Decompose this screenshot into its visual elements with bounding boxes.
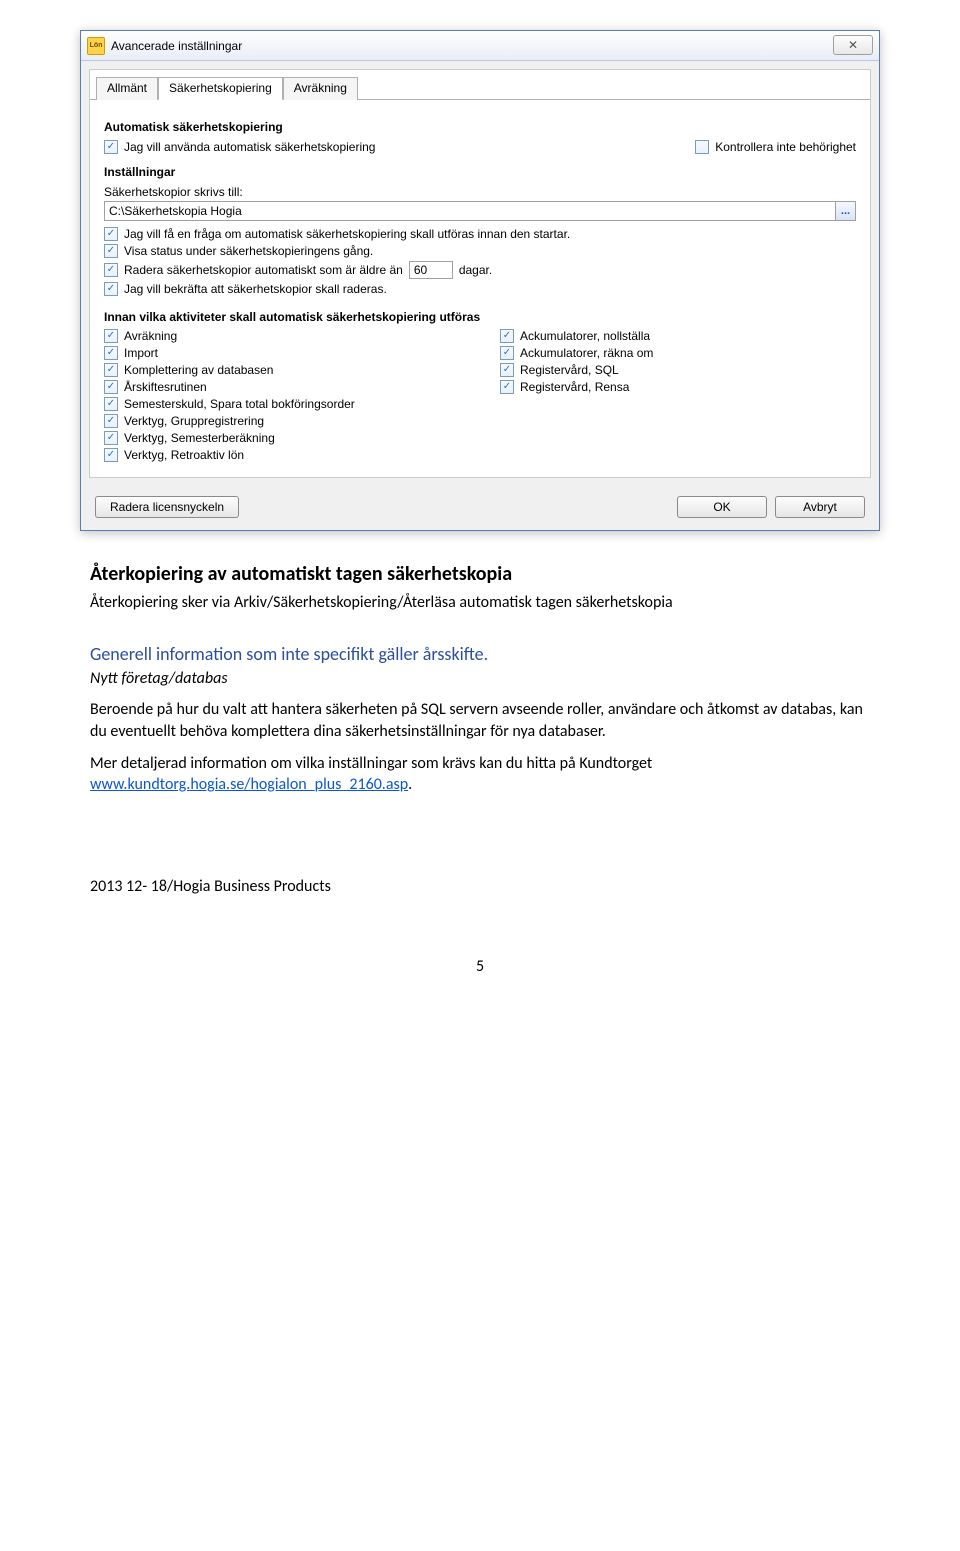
activity-label: Registervård, Rensa (520, 380, 629, 394)
activity-label: Komplettering av databasen (124, 363, 273, 377)
activity-label: Semesterskuld, Spara total bokföringsord… (124, 397, 355, 411)
checkbox-confirm-delete[interactable]: ✓ (104, 282, 118, 296)
section-autobackup-head: Automatisk säkerhetskopiering (104, 120, 856, 134)
tab-panel-backup: Automatisk säkerhetskopiering ✓ Jag vill… (90, 100, 870, 471)
moreinfo-suffix: . (408, 775, 412, 794)
kundtorget-link[interactable]: www.kundtorg.hogia.se/hogialon_plus_2160… (90, 775, 408, 794)
activities-col-left: ✓ Avräkning ✓ Import ✓ Komplettering av dat… (104, 326, 460, 465)
label-path: Säkerhetskopior skrivs till: (104, 185, 856, 199)
tab-general[interactable]: Allmänt (96, 77, 158, 100)
activity-label: Import (124, 346, 158, 360)
checkbox-activity[interactable]: ✓ (500, 363, 514, 377)
cancel-button[interactable]: Avbryt (775, 496, 865, 518)
activity-label: Avräkning (124, 329, 177, 343)
checkbox-activity[interactable]: ✓ (500, 329, 514, 343)
checkbox-delete-older[interactable]: ✓ (104, 263, 118, 277)
close-button[interactable]: ✕ (833, 35, 873, 55)
activity-label: Ackumulatorer, räkna om (520, 346, 653, 360)
activity-label: Ackumulatorer, nollställa (520, 329, 650, 343)
heading-newdb: Nytt företag/databas (90, 669, 228, 688)
checkbox-ask-before[interactable]: ✓ (104, 227, 118, 241)
settings-dialog: Lön Avancerade inställningar ✕ Allmänt S… (80, 30, 880, 531)
activity-label: Verktyg, Gruppregistrering (124, 414, 264, 428)
label-delete-older-prefix: Radera säkerhetskopior automatiskt som ä… (124, 263, 403, 277)
browse-button[interactable]: ... (835, 202, 855, 220)
checkbox-activity[interactable]: ✓ (104, 380, 118, 394)
footer-text: 2013 12- 18/Hogia Business Products (90, 876, 870, 898)
checkbox-use-autobackup[interactable]: ✓ (104, 140, 118, 154)
tab-backup[interactable]: Säkerhetskopiering (158, 77, 283, 100)
paragraph-restore: Återkopiering sker via Arkiv/Säkerhetsko… (90, 592, 870, 614)
activity-label: Årskiftesrutinen (124, 380, 207, 394)
moreinfo-prefix: Mer detaljerad information om vilka inst… (90, 754, 652, 773)
label-delete-older-suffix: dagar. (459, 263, 492, 277)
checkbox-activity[interactable]: ✓ (104, 414, 118, 428)
label-show-status: Visa status under säkerhetskopieringens … (124, 244, 373, 258)
checkbox-activity[interactable]: ✓ (104, 329, 118, 343)
paragraph-newdb: Beroende på hur du valt att hantera säke… (90, 699, 870, 742)
days-input[interactable] (409, 261, 453, 279)
delete-license-button[interactable]: Radera licensnyckeln (95, 496, 239, 518)
activity-label: Registervård, SQL (520, 363, 619, 377)
titlebar[interactable]: Lön Avancerade inställningar ✕ (81, 31, 879, 61)
tab-strip: Allmänt Säkerhetskopiering Avräkning (90, 70, 870, 100)
ok-button[interactable]: OK (677, 496, 767, 518)
label-confirm-delete: Jag vill bekräfta att säkerhetskopior sk… (124, 282, 387, 296)
checkbox-activity[interactable]: ✓ (104, 397, 118, 411)
dialog-title: Avancerade inställningar (111, 39, 242, 53)
label-no-permcheck: Kontrollera inte behörighet (715, 140, 856, 154)
path-input[interactable] (105, 202, 835, 220)
app-icon: Lön (87, 37, 105, 55)
activity-label: Verktyg, Semesterberäkning (124, 431, 275, 445)
section-settings-head: Inställningar (104, 165, 856, 179)
tab-avrakning[interactable]: Avräkning (283, 77, 358, 100)
checkbox-activity[interactable]: ✓ (104, 431, 118, 445)
checkbox-activity[interactable]: ✓ (104, 448, 118, 462)
activities-col-right: ✓ Ackumulatorer, nollställa ✓ Ackumulatore… (500, 326, 856, 465)
section-activities-head: Innan vilka aktiviteter skall automatisk… (104, 310, 856, 324)
activity-label: Verktyg, Retroaktiv lön (124, 448, 244, 462)
heading-general: Generell information som inte specifikt … (90, 642, 870, 666)
heading-restore: Återkopiering av automatiskt tagen säker… (90, 561, 870, 588)
page-number: 5 (80, 957, 880, 976)
checkbox-activity[interactable]: ✓ (104, 346, 118, 360)
label-ask-before: Jag vill få en fråga om automatisk säker… (124, 227, 570, 241)
checkbox-show-status[interactable]: ✓ (104, 244, 118, 258)
checkbox-activity[interactable]: ✓ (500, 346, 514, 360)
checkbox-no-permcheck[interactable] (695, 140, 709, 154)
label-use-autobackup: Jag vill använda automatisk säkerhetskop… (124, 140, 375, 154)
checkbox-activity[interactable]: ✓ (104, 363, 118, 377)
checkbox-activity[interactable]: ✓ (500, 380, 514, 394)
paragraph-moreinfo: Mer detaljerad information om vilka inst… (90, 753, 870, 796)
